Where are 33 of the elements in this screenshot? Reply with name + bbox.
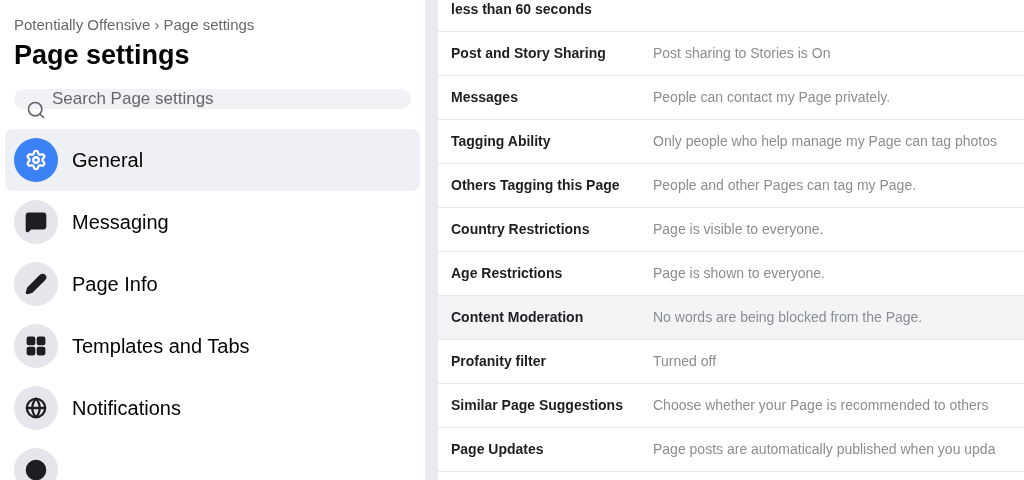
setting-value: Page posts are automatically published when you upda [653, 440, 996, 459]
setting-label: Post and Story Sharing [451, 44, 607, 63]
setting-value: Page is shown to everyone. [653, 264, 825, 283]
setting-value: People and other Pages can tag my Page. [653, 176, 917, 195]
setting-value: Post sharing to Stories is On [653, 44, 831, 63]
sidebar-item[interactable]: Notifications [5, 376, 420, 439]
setting-label: Tagging Ability [451, 132, 552, 151]
setting-value: People can contact my Page privately. [653, 88, 891, 107]
setting-label: Profanity filter [451, 352, 547, 371]
setting-label: Others Tagging this Page [451, 176, 621, 195]
setting-value: No words are being blocked from the Page. [653, 308, 923, 327]
setting-value: Only people who help manage my Page can tag photos [653, 132, 997, 151]
settings-row[interactable]: less than 60 seconds [438, 0, 1024, 32]
setting-value: Turned off [653, 352, 717, 371]
breadcrumb-link[interactable]: Potentially Offensive [14, 16, 151, 33]
sidebar-item[interactable]: Page Info [5, 252, 420, 315]
setting-label: Page Updates [451, 440, 545, 459]
breadcrumb-separator: › [154, 16, 160, 33]
setting-label: Similar Page Suggestions [451, 396, 624, 415]
setting-label: less than 60 seconds [451, 0, 593, 19]
setting-value: Choose whether your Page is recommended to others [653, 396, 989, 415]
page-title: Page settings [13, 38, 191, 72]
sidebar-item[interactable]: Templates and Tabs [5, 314, 420, 377]
sidebar-item[interactable]: Messaging [5, 190, 420, 253]
sidebar-item[interactable]: General [5, 128, 420, 191]
setting-label: Country Restrictions [451, 220, 591, 239]
settings-row[interactable]: Content Moderation No words are being blocked from the Page. [438, 296, 1024, 340]
setting-value: Page is visible to everyone. [653, 220, 824, 239]
search-field[interactable]: Search Page settings [14, 88, 411, 109]
setting-label: Age Restrictions [451, 264, 564, 283]
setting-label: Content Moderation [451, 308, 585, 327]
breadcrumb-current: Page settings [163, 16, 255, 33]
setting-label: Messages [451, 88, 519, 107]
